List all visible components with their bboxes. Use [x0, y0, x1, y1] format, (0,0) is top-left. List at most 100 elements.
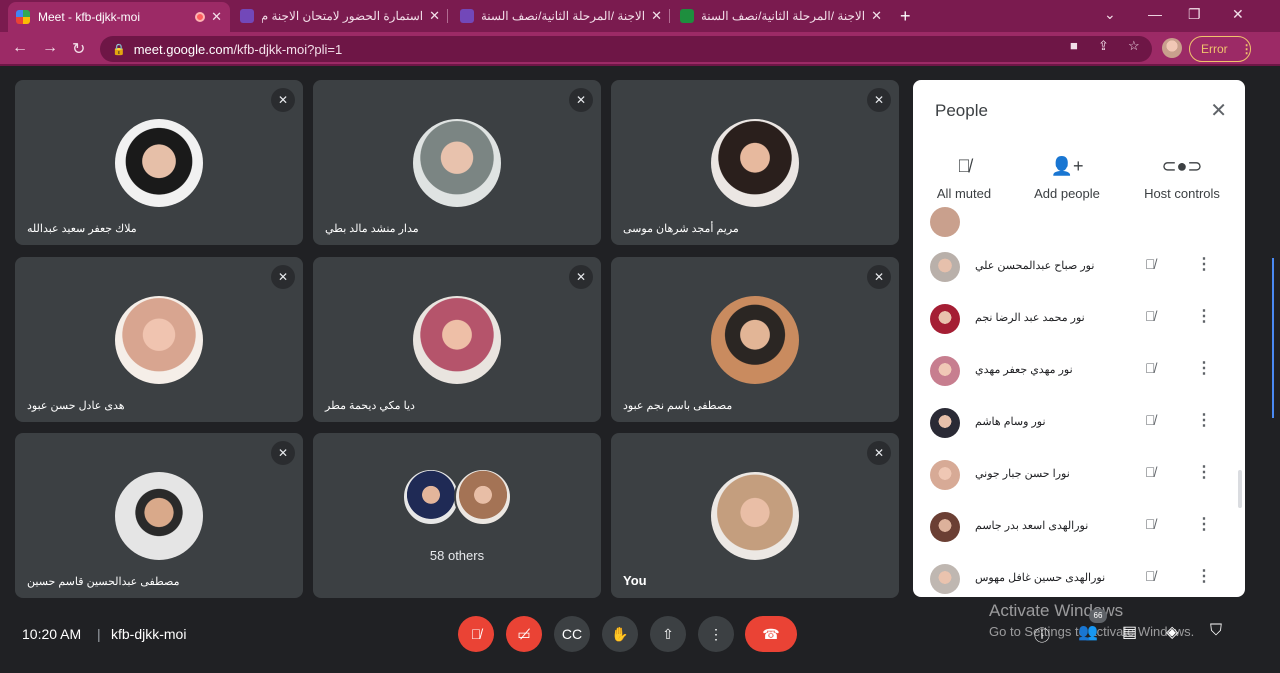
close-tab-icon[interactable]: ✕	[651, 8, 662, 24]
avatar	[454, 468, 512, 526]
camera-toggle-button[interactable]: ▭̸	[506, 616, 542, 652]
more-options-icon[interactable]: ⋮	[1196, 306, 1212, 326]
camera-icon[interactable]: ■	[1070, 38, 1078, 53]
mic-off-icon: 🎙̸	[1145, 256, 1156, 272]
tab-exam-form[interactable]: الاجنة /المرحلة الثانية/نصف السنة ✕	[452, 0, 670, 32]
avatar	[711, 472, 799, 560]
self-tile[interactable]: ✕ You	[611, 433, 899, 598]
tab-search-chevron-icon[interactable]: ⌄	[1104, 6, 1116, 23]
browser-toolbar: ← → ↻ 🔒 meet.google.com/kfb-djkk-moi?pli…	[0, 32, 1280, 66]
avatar	[930, 512, 960, 542]
avatar	[402, 468, 460, 526]
people-panel: People ✕ 🎙̸ All muted 👤+ Add people ⊂●⊃ …	[913, 80, 1245, 597]
error-button[interactable]: Error ⋮	[1189, 36, 1253, 62]
mic-off-icon: ✕	[867, 441, 891, 465]
participant-tile[interactable]: ✕ هدى عادل حسن عبود	[15, 257, 303, 422]
list-item[interactable]: نورا حسن جبار جوني 🎙̸ ⋮	[913, 448, 1245, 500]
hand-icon: ✋	[611, 625, 629, 642]
profile-avatar[interactable]	[1162, 38, 1182, 58]
close-window-icon[interactable]: ✕	[1232, 6, 1244, 23]
mic-off-icon: ✕	[271, 441, 295, 465]
more-options-icon[interactable]: ⋮	[1196, 566, 1212, 586]
clock: 10:20 AM	[22, 626, 82, 642]
avatar	[115, 296, 203, 384]
tab-strip: Meet - kfb-djkk-moi ✕ استمارة الحضور لام…	[0, 0, 1280, 32]
more-options-icon[interactable]: ⋮	[1196, 514, 1212, 534]
close-tab-icon[interactable]: ✕	[211, 9, 222, 25]
avatar	[930, 356, 960, 386]
raise-hand-button[interactable]: ✋	[602, 616, 638, 652]
more-options-icon[interactable]: ⋮	[1196, 254, 1212, 274]
address-bar[interactable]: 🔒 meet.google.com/kfb-djkk-moi?pli=1	[100, 36, 1152, 62]
close-icon[interactable]: ✕	[1210, 98, 1227, 123]
tab-meet[interactable]: Meet - kfb-djkk-moi ✕	[8, 2, 230, 32]
more-options-icon[interactable]: ⋮	[1196, 358, 1212, 378]
close-tab-icon[interactable]: ✕	[871, 8, 882, 24]
list-item[interactable]: نورالهدى حسين غافل مهوس 🎙̸ ⋮	[913, 552, 1245, 597]
share-icon[interactable]: ⇪	[1098, 38, 1109, 54]
list-item[interactable]: نور صباح عبدالمحسن علي 🎙̸ ⋮	[913, 240, 1245, 292]
mic-off-icon: ✕	[271, 88, 295, 112]
avatar	[930, 460, 960, 490]
back-arrow-icon[interactable]: ←	[12, 39, 28, 57]
tab-exam-sheet[interactable]: الاجنة /المرحلة الثانية/نصف السنة ✕	[672, 0, 890, 32]
avatar	[930, 564, 960, 594]
new-tab-icon[interactable]: +	[900, 6, 911, 27]
activities-icon[interactable]: ◈	[1166, 622, 1178, 642]
avatar	[930, 252, 960, 282]
people-icon[interactable]: 👥	[1078, 622, 1098, 642]
chat-icon[interactable]: ▤	[1122, 622, 1137, 642]
more-options-icon[interactable]: ⋮	[1196, 410, 1212, 430]
host-lock-icon[interactable]: ⛉	[1210, 622, 1222, 640]
minimize-icon[interactable]: —	[1148, 6, 1162, 22]
sheets-icon	[680, 9, 694, 23]
mic-off-icon: 🎙̸	[1145, 516, 1156, 532]
leave-call-button[interactable]: ☎	[745, 616, 797, 652]
present-screen-icon: ⇧	[662, 625, 674, 642]
others-tile[interactable]: 58 others	[313, 433, 601, 598]
mic-off-icon: 🎙̸	[1145, 308, 1156, 324]
list-item[interactable]: نور محمد عبد الرضا نجم 🎙̸ ⋮	[913, 292, 1245, 344]
participant-list[interactable]: نور صباح عبدالمحسن علي 🎙̸ ⋮ نور محمد عبد…	[913, 207, 1245, 597]
bookmark-star-icon[interactable]: ☆	[1128, 38, 1140, 54]
more-options-icon[interactable]: ⋮	[1196, 462, 1212, 482]
mic-off-icon: ✕	[569, 88, 593, 112]
captions-button[interactable]: CC	[554, 616, 590, 652]
present-button[interactable]: ⇧	[650, 616, 686, 652]
captions-icon: CC	[561, 626, 583, 642]
participant-tile[interactable]: ✕ مصطفى عبدالحسين قاسم حسين	[15, 433, 303, 598]
participant-tile[interactable]: ✕ مدار منشد مالد بطي	[313, 80, 601, 245]
list-item[interactable]: نورالهدى اسعد بدر جاسم 🎙̸ ⋮	[913, 500, 1245, 552]
tab-attendance-form[interactable]: استمارة الحضور لامتحان الاجنة م2- ✕	[232, 0, 448, 32]
mic-off-icon: 🎙̸	[1145, 360, 1156, 376]
restore-icon[interactable]: ❐	[1188, 6, 1201, 23]
recording-indicator-icon	[195, 12, 206, 22]
panel-scrollbar[interactable]	[1238, 470, 1242, 508]
avatar	[930, 408, 960, 438]
avatar	[930, 207, 960, 237]
avatar	[711, 296, 799, 384]
participant-tile[interactable]: ✕ مصطفى باسم نجم عبود	[611, 257, 899, 422]
list-item[interactable]: نور مهدي جعفر مهدي 🎙̸ ⋮	[913, 344, 1245, 396]
mic-toggle-button[interactable]: 🎙̸	[458, 616, 494, 652]
participant-tile[interactable]: ✕ مريم أمجد شرهان موسى	[611, 80, 899, 245]
close-tab-icon[interactable]: ✕	[429, 8, 440, 24]
mic-off-icon: ✕	[867, 88, 891, 112]
lock-icon: 🔒	[112, 43, 126, 56]
avatar	[413, 296, 501, 384]
reload-icon[interactable]: ↻	[72, 39, 85, 59]
mic-off-icon: 🎙̸	[1145, 568, 1156, 584]
participant-tile[interactable]: ✕ ديا مكي ديحمة مطر	[313, 257, 601, 422]
add-person-icon: 👤+	[1050, 156, 1084, 176]
participant-tile[interactable]: ✕ ملاك جعفر سعيد عبدالله	[15, 80, 303, 245]
mic-off-icon: ✕	[569, 265, 593, 289]
avatar	[115, 472, 203, 560]
avatar	[115, 119, 203, 207]
list-item[interactable]: نور وسام هاشم 🎙̸ ⋮	[913, 396, 1245, 448]
mic-off-icon: 🎙̸	[957, 156, 971, 176]
info-icon[interactable]: ⓘ	[1034, 622, 1050, 646]
forward-arrow-icon[interactable]: →	[42, 39, 58, 57]
meeting-code: kfb-djkk-moi	[111, 626, 187, 642]
more-options-button[interactable]: ⋮	[698, 616, 734, 652]
mic-off-icon: ✕	[867, 265, 891, 289]
